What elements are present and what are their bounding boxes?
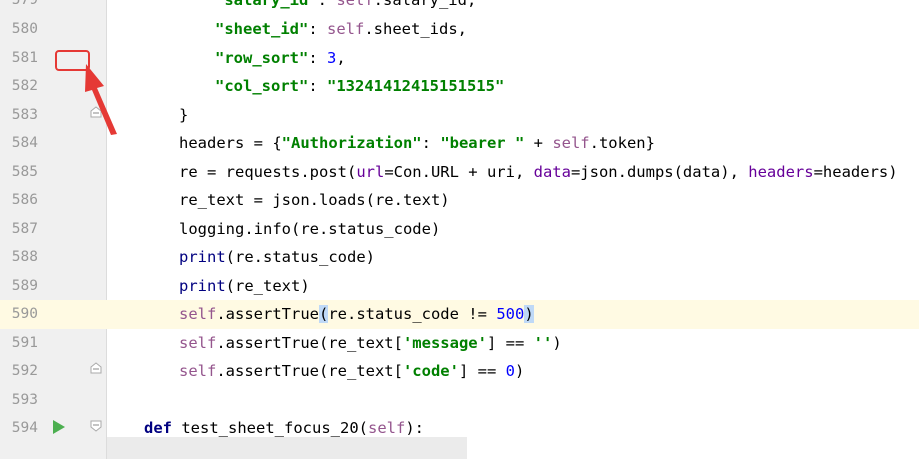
code-text[interactable]: re_text = json.loads(re.text)	[107, 186, 450, 215]
fold-icon[interactable]	[90, 420, 102, 432]
line-number: 586	[11, 192, 38, 208]
code-line[interactable]: 579 "salary_id": self.salary_id,	[0, 0, 919, 15]
line-number: 590	[11, 306, 38, 322]
code-text[interactable]: self.assertTrue(re.status_code != 500)	[107, 300, 534, 329]
line-number: 585	[11, 163, 38, 180]
run-icon[interactable]	[52, 419, 66, 435]
code-line[interactable]: 584 headers = {"Authorization": "bearer …	[0, 129, 919, 158]
code-text[interactable]: re = requests.post(url=Con.URL + uri, da…	[107, 158, 898, 187]
line-number: 589	[11, 277, 38, 294]
horizontal-scrollbar[interactable]	[107, 437, 467, 459]
line-number: 594	[11, 420, 38, 436]
code-text[interactable]: self.assertTrue(re_text['code'] == 0)	[107, 357, 524, 386]
code-line[interactable]: 586 re_text = json.loads(re.text)	[0, 186, 919, 215]
code-line[interactable]: 589 print(re_text)	[0, 272, 919, 301]
line-number: 581	[11, 49, 38, 66]
code-line[interactable]: 593	[0, 386, 919, 415]
code-line-current[interactable]: 590 self.assertTrue(re.status_code != 50…	[0, 300, 919, 329]
line-number: 593	[11, 391, 38, 408]
line-number: 583	[11, 106, 38, 123]
code-text[interactable]: print(re_text)	[107, 272, 310, 301]
code-line[interactable]: 582 "col_sort": "13241412415151515"	[0, 72, 919, 101]
code-text[interactable]: print(re.status_code)	[107, 243, 375, 272]
code-text[interactable]: "col_sort": "13241412415151515"	[107, 72, 504, 101]
fold-icon[interactable]	[90, 362, 102, 374]
code-text[interactable]: "salary_id": self.salary_id,	[107, 0, 476, 15]
code-line[interactable]: 580 "sheet_id": self.sheet_ids,	[0, 15, 919, 44]
line-number: 587	[11, 220, 38, 237]
line-number: 580	[11, 21, 38, 37]
code-editor[interactable]: 579 "salary_id": self.salary_id, 580 "sh…	[0, 0, 919, 459]
line-number: 592	[11, 363, 38, 379]
code-text[interactable]: headers = {"Authorization": "bearer " + …	[107, 129, 655, 158]
code-text[interactable]: "sheet_id": self.sheet_ids,	[107, 15, 467, 44]
code-text[interactable]: "row_sort": 3,	[107, 44, 346, 73]
code-line[interactable]: 585 re = requests.post(url=Con.URL + uri…	[0, 158, 919, 187]
code-text[interactable]: logging.info(re.status_code)	[107, 215, 440, 244]
code-line[interactable]: 583 }	[0, 101, 919, 130]
line-number: 579	[11, 0, 38, 8]
line-number: 591	[11, 334, 38, 351]
annotation-arrow	[85, 64, 117, 135]
line-number: 582	[11, 78, 38, 94]
code-line[interactable]: 581 "row_sort": 3,	[0, 44, 919, 73]
line-number: 584	[11, 135, 38, 151]
code-line[interactable]: 591 self.assertTrue(re_text['message'] =…	[0, 329, 919, 358]
code-line[interactable]: 587 logging.info(re.status_code)	[0, 215, 919, 244]
line-number: 588	[11, 249, 38, 265]
code-text[interactable]: self.assertTrue(re_text['message'] == ''…	[107, 329, 562, 358]
code-line[interactable]: 592 self.assertTrue(re_text['code'] == 0…	[0, 357, 919, 386]
code-line[interactable]: 588 print(re.status_code)	[0, 243, 919, 272]
